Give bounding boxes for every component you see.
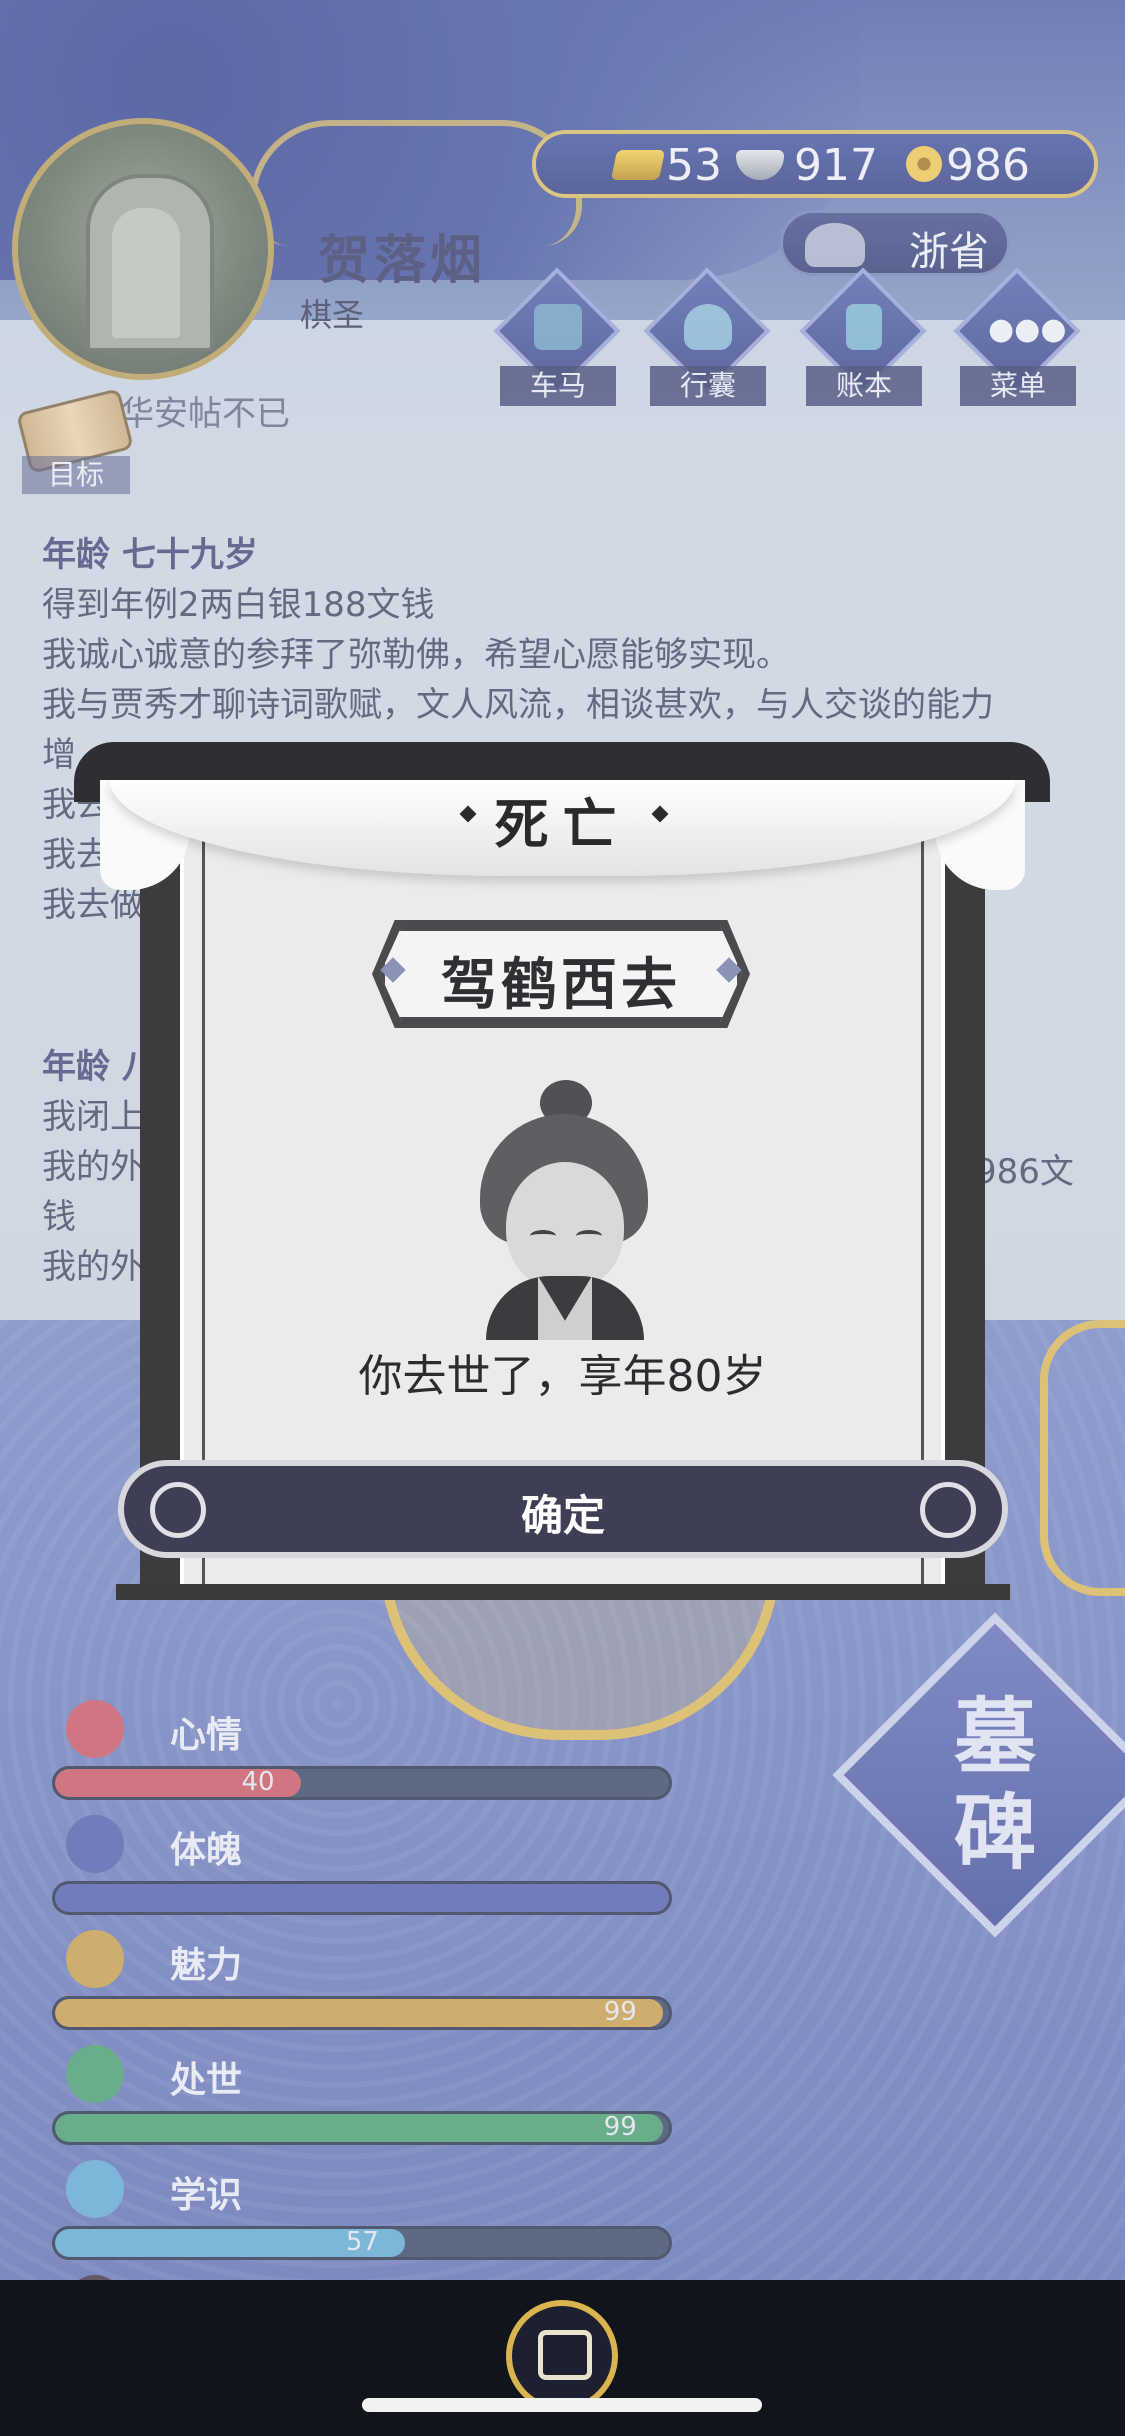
share-button[interactable]	[506, 2300, 618, 2412]
modal-base	[116, 1584, 1010, 1600]
home-indicator	[362, 2398, 762, 2412]
plaque-text: 驾鹤西去	[441, 953, 681, 1018]
confirm-label: 确定	[520, 1491, 605, 1540]
death-title: 死亡	[494, 793, 631, 856]
death-message: 你去世了，享年80岁	[358, 1351, 767, 1402]
share-icon	[538, 2330, 592, 2380]
confirm-button[interactable]: 确定	[118, 1460, 1008, 1558]
character-portrait	[480, 1080, 650, 1340]
